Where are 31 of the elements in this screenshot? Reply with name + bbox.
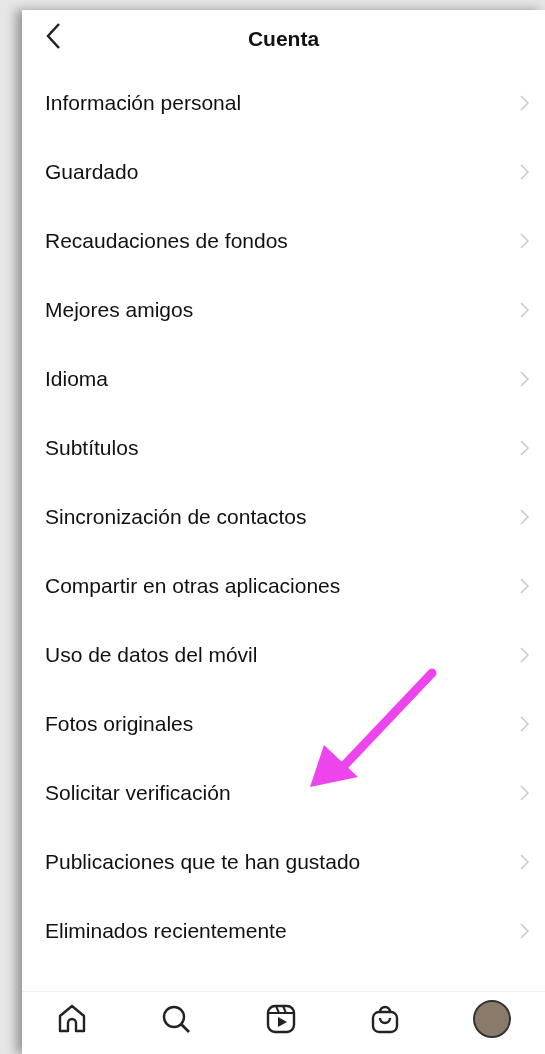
chevron-icon xyxy=(520,439,529,456)
menu-item[interactable]: Compartir en otras aplicaciones xyxy=(22,551,545,620)
chevron-icon xyxy=(520,163,529,180)
menu-item[interactable]: Mejores amigos xyxy=(22,275,545,344)
menu-item[interactable]: Eliminados recientemente xyxy=(22,896,545,965)
chevron-icon xyxy=(520,508,529,525)
menu-item[interactable]: Fotos originales xyxy=(22,689,545,758)
menu-item[interactable]: Información personal xyxy=(22,68,545,137)
play-square-icon[interactable] xyxy=(264,1003,297,1035)
menu-item[interactable]: Recaudaciones de fondos xyxy=(22,206,545,275)
chevron-icon xyxy=(520,232,529,249)
menu-item[interactable]: Solicitar verificación xyxy=(22,758,545,827)
chevron-icon xyxy=(520,715,529,732)
chevron-icon xyxy=(520,370,529,387)
back-icon xyxy=(45,22,61,50)
profile-avatar[interactable] xyxy=(473,1000,511,1038)
chevron-icon xyxy=(520,577,529,594)
menu-item[interactable]: Uso de datos del móvil xyxy=(22,620,545,689)
menu-item[interactable]: Sincronización de contactos xyxy=(22,482,545,551)
screen-title: Cuenta xyxy=(247,26,320,53)
chevron-icon xyxy=(520,94,529,111)
chevron-icon xyxy=(520,646,529,663)
menu-item[interactable]: Publicaciones que te han gustado xyxy=(22,827,545,896)
chevron-icon xyxy=(520,301,529,318)
chevron-icon xyxy=(520,784,529,801)
menu-item[interactable]: Subtítulos xyxy=(22,413,545,482)
menu-item[interactable]: Idioma xyxy=(22,344,545,413)
chevron-icon xyxy=(520,853,529,870)
menu-item[interactable]: Guardado xyxy=(22,137,545,206)
home-icon[interactable] xyxy=(56,1003,88,1035)
chevron-icon xyxy=(520,922,529,939)
